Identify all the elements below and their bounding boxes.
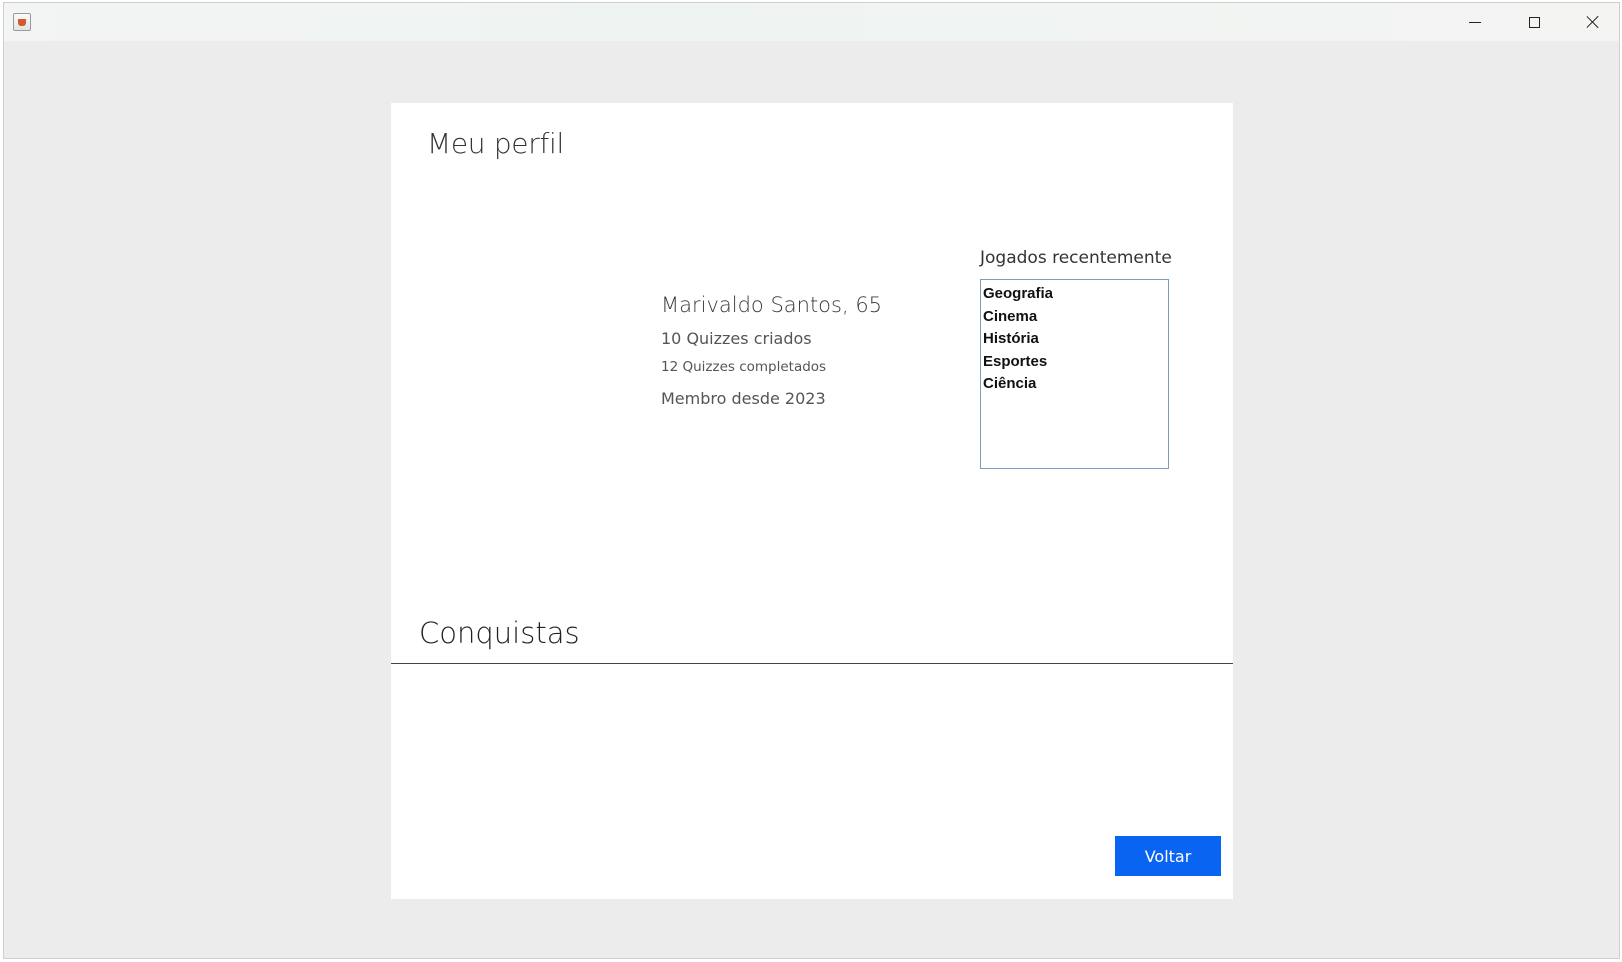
recent-played-list[interactable]: Geografia Cinema História Esportes Ciênc… <box>980 279 1169 469</box>
title-bar[interactable] <box>4 3 1619 41</box>
list-item[interactable]: Cinema <box>983 306 1166 329</box>
list-item[interactable]: Ciência <box>983 373 1166 396</box>
minimize-icon <box>1469 21 1481 23</box>
minimize-button[interactable] <box>1446 3 1504 41</box>
close-icon <box>1586 15 1600 29</box>
profile-panel: Meu perfil Marivaldo Santos, 65 10 Quizz… <box>391 103 1233 899</box>
quizzes-created-count: 10 Quizzes criados <box>661 329 812 348</box>
quizzes-completed-count: 12 Quizzes completados <box>661 359 827 375</box>
achievements-divider <box>391 663 1233 664</box>
user-name: Marivaldo Santos, 65 <box>661 293 883 317</box>
member-since: Membro desde 2023 <box>661 389 826 408</box>
maximize-icon <box>1528 16 1540 28</box>
list-item[interactable]: Esportes <box>983 351 1166 374</box>
close-button[interactable] <box>1564 3 1619 41</box>
back-button[interactable]: Voltar <box>1115 836 1221 876</box>
maximize-button[interactable] <box>1505 3 1563 41</box>
app-window: Meu perfil Marivaldo Santos, 65 10 Quizz… <box>3 2 1620 959</box>
list-item[interactable]: História <box>983 328 1166 351</box>
user-info: Marivaldo Santos, 65 10 Quizzes criados … <box>661 293 882 408</box>
list-item[interactable]: Geografia <box>983 283 1166 306</box>
achievements-title: Conquistas <box>419 616 580 650</box>
page-title: Meu perfil <box>427 127 564 160</box>
java-app-icon <box>13 13 31 31</box>
recent-played-label: Jogados recentemente <box>980 248 1172 268</box>
